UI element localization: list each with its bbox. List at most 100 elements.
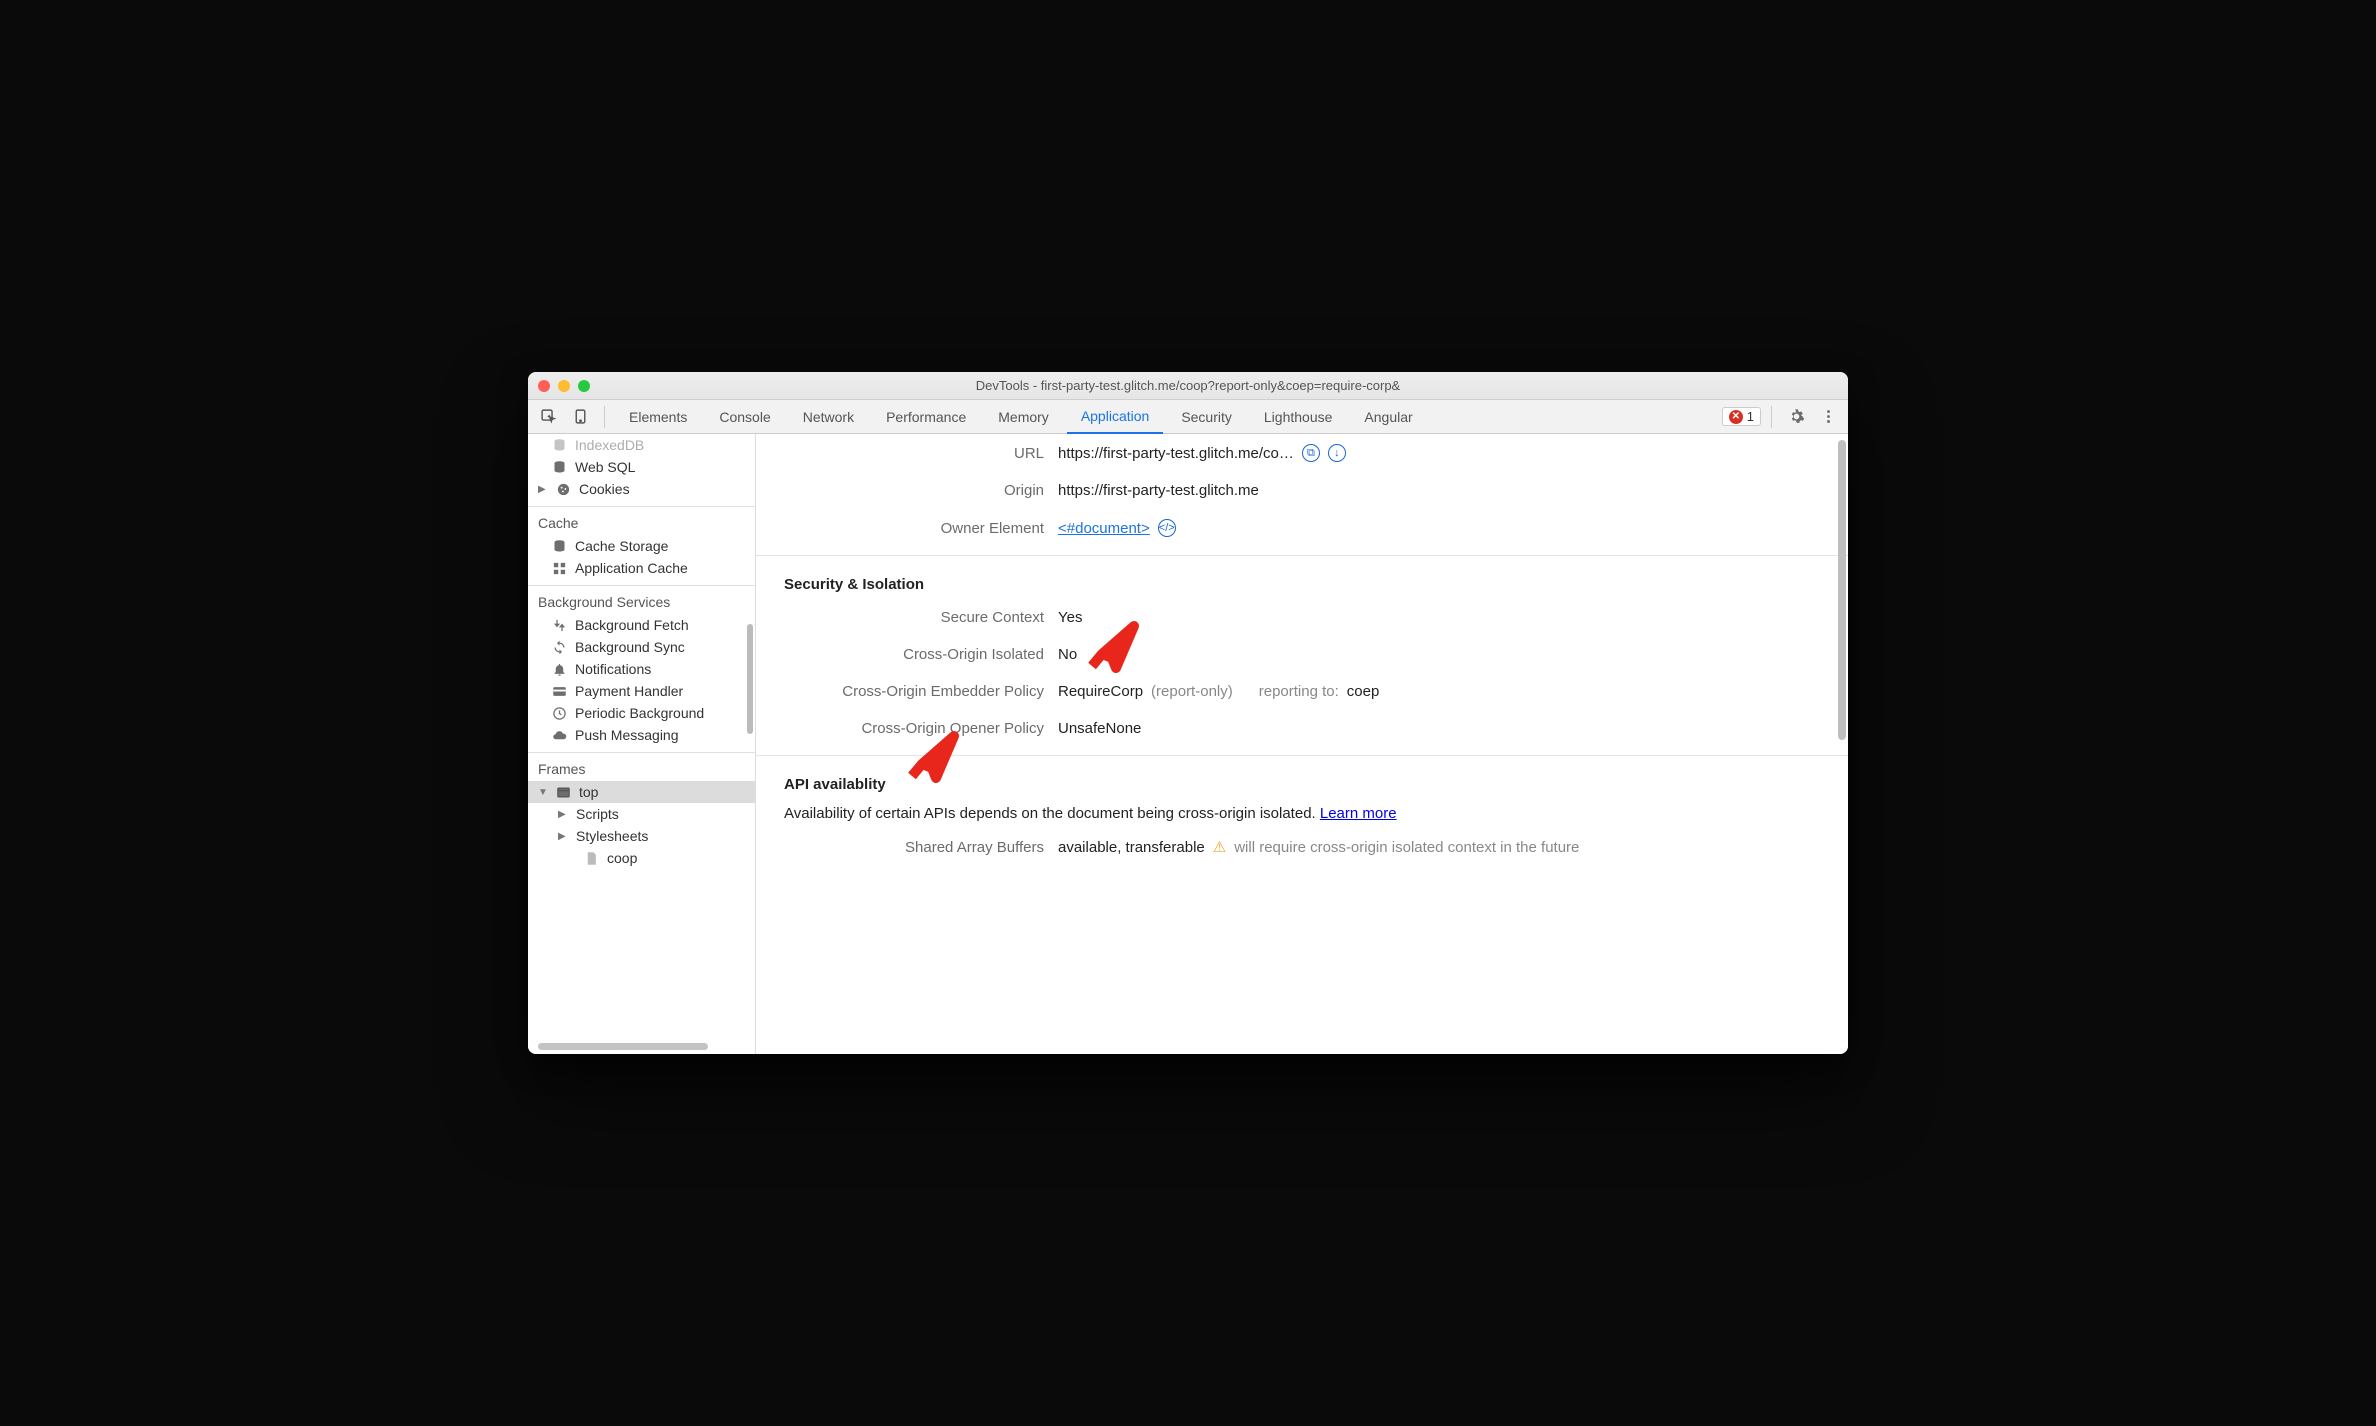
frame-details-panel: URL https://first-party-test.glitch.me/c… — [756, 434, 1848, 1054]
tab-performance[interactable]: Performance — [872, 400, 980, 434]
card-icon — [552, 684, 567, 699]
error-count: 1 — [1747, 409, 1754, 424]
coep-reporting-label: reporting to: — [1259, 683, 1339, 700]
clock-icon — [552, 706, 567, 721]
sidebar-item-top-frame[interactable]: ▼ top — [528, 781, 755, 803]
coep-reporting-value: coep — [1347, 683, 1380, 700]
coi-value: No — [1058, 646, 1077, 663]
inspect-icon[interactable] — [534, 403, 562, 431]
window-traffic-lights — [538, 380, 590, 392]
window-title: DevTools - first-party-test.glitch.me/co… — [528, 378, 1848, 393]
settings-icon[interactable] — [1782, 403, 1810, 431]
separator — [1771, 406, 1772, 428]
sidebar-item-notifications[interactable]: Notifications — [528, 658, 755, 680]
sidebar-item-periodic[interactable]: Periodic Background — [528, 702, 755, 724]
row-cross-origin-isolated: Cross-Origin Isolated No — [784, 636, 1820, 673]
device-toggle-icon[interactable] — [566, 403, 594, 431]
tab-angular[interactable]: Angular — [1350, 400, 1426, 434]
database-icon — [552, 539, 567, 554]
api-availability-title: API availablity — [784, 764, 1820, 799]
sab-label: Shared Array Buffers — [784, 839, 1044, 856]
sidebar-group-cache: Cache — [528, 507, 755, 535]
tab-security[interactable]: Security — [1167, 400, 1246, 434]
devtools-window: DevTools - first-party-test.glitch.me/co… — [528, 372, 1848, 1054]
separator — [604, 406, 605, 428]
sidebar-item-bg-fetch[interactable]: Background Fetch — [528, 614, 755, 636]
sidebar-item-stylesheets[interactable]: ▶ Stylesheets — [528, 825, 755, 847]
error-icon: ✕ — [1729, 410, 1743, 424]
sidebar-group-bg: Background Services — [528, 586, 755, 614]
divider — [756, 755, 1848, 756]
document-icon — [584, 851, 599, 866]
coop-value: UnsafeNone — [1058, 720, 1141, 737]
grid-icon — [552, 561, 567, 576]
sab-warning: will require cross-origin isolated conte… — [1234, 839, 1579, 856]
sidebar-item-payment[interactable]: Payment Handler — [528, 680, 755, 702]
coop-label: Cross-Origin Opener Policy — [784, 720, 1044, 737]
sidebar-item-cache-storage[interactable]: Cache Storage — [528, 535, 755, 557]
url-value: https://first-party-test.glitch.me/co… — [1058, 445, 1294, 462]
tab-network[interactable]: Network — [789, 400, 868, 434]
minimize-button[interactable] — [558, 380, 570, 392]
database-icon — [552, 460, 567, 475]
sab-value: available, transferable — [1058, 839, 1205, 856]
sidebar-item-app-cache[interactable]: Application Cache — [528, 557, 755, 579]
api-availability-desc: Availability of certain APIs depends on … — [784, 799, 1820, 828]
secure-context-label: Secure Context — [784, 609, 1044, 626]
divider — [756, 555, 1848, 556]
origin-value: https://first-party-test.glitch.me — [1058, 482, 1259, 499]
copy-icon[interactable]: ⧉ — [1302, 444, 1320, 462]
reveal-icon[interactable]: ↓ — [1328, 444, 1346, 462]
sidebar-group-frames: Frames — [528, 753, 755, 781]
row-url: URL https://first-party-test.glitch.me/c… — [784, 434, 1820, 472]
coi-label: Cross-Origin Isolated — [784, 646, 1044, 663]
coep-value: RequireCorp — [1058, 683, 1143, 700]
row-owner: Owner Element <#document> </> — [784, 509, 1820, 547]
sidebar-item-indexeddb[interactable]: IndexedDB — [528, 434, 755, 456]
sidebar-item-bg-sync[interactable]: Background Sync — [528, 636, 755, 658]
database-icon — [552, 438, 567, 453]
inspect-element-icon[interactable]: </> — [1158, 519, 1176, 537]
expand-icon: ▶ — [538, 484, 548, 495]
bell-icon — [552, 662, 567, 677]
secure-context-value: Yes — [1058, 609, 1082, 626]
maximize-button[interactable] — [578, 380, 590, 392]
tab-elements[interactable]: Elements — [615, 400, 701, 434]
cookie-icon — [556, 482, 571, 497]
devtools-body: IndexedDB Web SQL ▶ Cookies Cache Cache … — [528, 434, 1848, 1054]
sidebar-item-push[interactable]: Push Messaging — [528, 724, 755, 746]
application-sidebar: IndexedDB Web SQL ▶ Cookies Cache Cache … — [528, 434, 756, 1054]
collapse-icon: ▼ — [538, 787, 548, 798]
learn-more-link[interactable]: Learn more — [1320, 805, 1397, 822]
url-label: URL — [784, 445, 1044, 462]
origin-label: Origin — [784, 482, 1044, 499]
owner-label: Owner Element — [784, 520, 1044, 537]
coep-label: Cross-Origin Embedder Policy — [784, 683, 1044, 700]
security-isolation-title: Security & Isolation — [784, 564, 1820, 599]
tab-application[interactable]: Application — [1067, 400, 1164, 434]
frame-icon — [556, 785, 571, 800]
error-count-badge[interactable]: ✕ 1 — [1722, 407, 1761, 426]
tab-memory[interactable]: Memory — [984, 400, 1063, 434]
fetch-icon — [552, 618, 567, 633]
titlebar: DevTools - first-party-test.glitch.me/co… — [528, 372, 1848, 400]
more-icon[interactable] — [1814, 403, 1842, 431]
sidebar-item-scripts[interactable]: ▶ Scripts — [528, 803, 755, 825]
row-shared-array-buffers: Shared Array Buffers available, transfer… — [784, 828, 1820, 866]
expand-icon: ▶ — [558, 831, 568, 842]
sidebar-item-coop[interactable]: coop — [528, 847, 755, 869]
close-button[interactable] — [538, 380, 550, 392]
sidebar-scrollbar[interactable] — [747, 624, 753, 734]
main-scrollbar[interactable] — [1838, 440, 1846, 740]
sync-icon — [552, 640, 567, 655]
tab-lighthouse[interactable]: Lighthouse — [1250, 400, 1347, 434]
tab-console[interactable]: Console — [705, 400, 784, 434]
row-origin: Origin https://first-party-test.glitch.m… — [784, 472, 1820, 509]
owner-link[interactable]: <#document> — [1058, 520, 1150, 537]
sidebar-item-cookies[interactable]: ▶ Cookies — [528, 478, 755, 500]
coep-report-only: (report-only) — [1151, 683, 1233, 700]
warning-icon: ⚠ — [1213, 838, 1226, 856]
row-coep: Cross-Origin Embedder Policy RequireCorp… — [784, 673, 1820, 710]
sidebar-h-scrollbar[interactable] — [538, 1043, 708, 1050]
sidebar-item-websql[interactable]: Web SQL — [528, 456, 755, 478]
